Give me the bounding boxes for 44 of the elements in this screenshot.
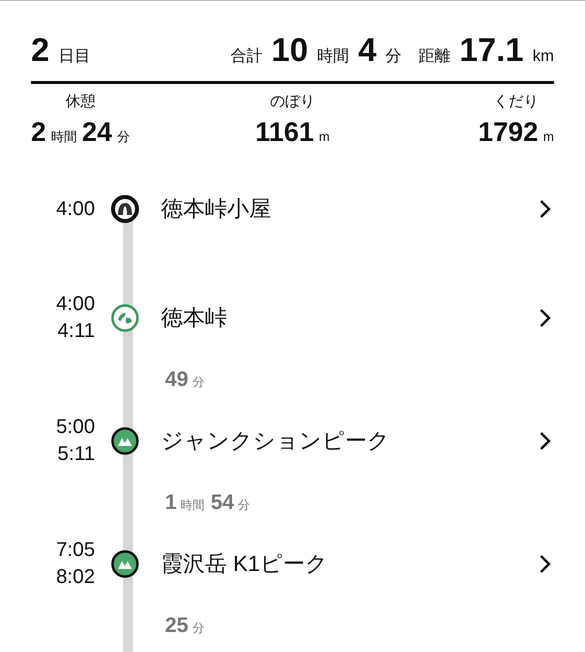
day-label: 日目 bbox=[58, 47, 90, 67]
time-label: 4:00 bbox=[56, 196, 95, 222]
distance-value: 17.1 bbox=[459, 31, 524, 69]
stat-label: くだり bbox=[494, 92, 539, 111]
time-label: 7:05 bbox=[56, 538, 95, 563]
distance-label: 距離 bbox=[418, 47, 450, 67]
duration-unit: 時間 bbox=[180, 496, 205, 514]
time-label: 4:11 bbox=[58, 319, 95, 344]
chevron-icon[interactable] bbox=[538, 308, 552, 328]
hours-unit: 時間 bbox=[317, 46, 350, 67]
place-name: ジャンクションピーク bbox=[161, 427, 391, 455]
duration-unit: 分 bbox=[192, 374, 204, 390]
time-label: 5:00 bbox=[56, 415, 95, 440]
stat-value: 24 bbox=[82, 117, 112, 148]
time-label: 5:11 bbox=[58, 442, 95, 467]
chevron-icon[interactable] bbox=[538, 431, 552, 451]
place-name: 徳本峠 bbox=[161, 304, 228, 332]
duration-value: 25 bbox=[165, 614, 188, 638]
day-number: 2 bbox=[31, 31, 50, 69]
place-name: 徳本峠小屋 bbox=[161, 195, 272, 223]
stat-value: 2 bbox=[31, 117, 46, 148]
place-name: 霞沢岳 K1ピーク bbox=[161, 550, 330, 578]
total-minutes: 4 bbox=[358, 31, 376, 69]
stat-label: 休憩 bbox=[66, 92, 96, 111]
stat-unit: m bbox=[318, 129, 330, 144]
chevron-icon[interactable] bbox=[538, 199, 552, 219]
time-label: 4:00 bbox=[56, 292, 95, 317]
stat-unit: 分 bbox=[117, 128, 130, 146]
minutes-unit: 分 bbox=[385, 47, 402, 67]
stat-unit: m bbox=[543, 129, 554, 144]
stat-unit: 時間 bbox=[51, 128, 78, 146]
duration-value: 49 bbox=[165, 368, 188, 392]
duration-unit: 分 bbox=[192, 620, 204, 636]
duration-value: 54 bbox=[210, 490, 234, 514]
total-label: 合計 bbox=[230, 46, 262, 67]
chevron-icon[interactable] bbox=[538, 554, 552, 574]
duration-unit: 分 bbox=[238, 496, 250, 514]
stat-value: 1792 bbox=[478, 117, 538, 148]
distance-unit: km bbox=[532, 48, 554, 66]
stat-value: 1161 bbox=[255, 117, 314, 148]
stat-label: のぼり bbox=[270, 92, 315, 111]
duration-value: 1 bbox=[165, 490, 177, 514]
time-label: 8:02 bbox=[56, 565, 95, 590]
total-hours: 10 bbox=[271, 31, 308, 69]
